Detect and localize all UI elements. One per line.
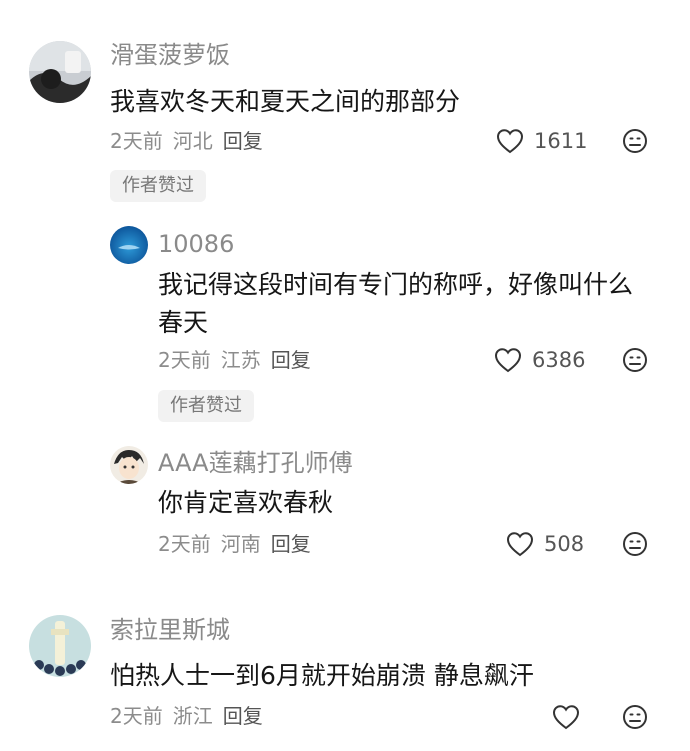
avatar[interactable] bbox=[29, 615, 91, 677]
like-count: 6386 bbox=[532, 347, 586, 372]
comment-location: 浙江 bbox=[172, 704, 213, 728]
like-count: 1611 bbox=[534, 128, 588, 153]
frown-face-icon bbox=[623, 532, 647, 556]
frown-face-icon bbox=[623, 129, 647, 153]
reply-time: 2天前 bbox=[158, 532, 211, 556]
comment-content: 怕热人士一到6月就开始崩溃 静息飙汗 bbox=[110, 661, 534, 690]
reply-button[interactable]: 回复 bbox=[223, 129, 263, 153]
comment-time: 2天前 bbox=[110, 129, 163, 153]
author-liked-badge: 作者赞过 bbox=[110, 170, 206, 202]
like-button[interactable]: 6386 bbox=[494, 347, 585, 373]
reply-time: 2天前 bbox=[158, 348, 211, 372]
reply-button[interactable]: 回复 bbox=[271, 532, 311, 556]
comment-content: 我喜欢冬天和夏天之间的那部分 bbox=[110, 87, 461, 116]
like-button[interactable]: 508 bbox=[506, 531, 584, 557]
reply-meta: 2天前 河南 回复 bbox=[158, 534, 321, 554]
comment-meta: 2天前 河北 回复 bbox=[110, 131, 273, 151]
heart-outline-icon bbox=[496, 129, 524, 154]
comment-location: 河北 bbox=[172, 129, 213, 153]
heart-outline-icon bbox=[494, 348, 522, 373]
reply-location: 江苏 bbox=[220, 348, 261, 372]
like-button[interactable]: 1611 bbox=[496, 128, 587, 154]
dislike-button[interactable] bbox=[622, 128, 648, 158]
dislike-button[interactable] bbox=[622, 704, 648, 734]
heart-outline-icon bbox=[506, 532, 534, 557]
comment-time: 2天前 bbox=[110, 704, 163, 728]
avatar[interactable] bbox=[110, 446, 148, 484]
comment-meta: 2天前 浙江 回复 bbox=[110, 706, 273, 726]
reply-meta: 2天前 江苏 回复 bbox=[158, 350, 321, 370]
heart-outline-icon bbox=[552, 705, 580, 730]
like-count: 508 bbox=[544, 531, 585, 556]
reply-button[interactable]: 回复 bbox=[271, 348, 311, 372]
comment-username[interactable]: 索拉里斯城 bbox=[110, 618, 230, 642]
reply-content: 你肯定喜欢春秋 bbox=[158, 488, 334, 517]
dislike-button[interactable] bbox=[622, 531, 648, 561]
comment-username[interactable]: 滑蛋菠萝饭 bbox=[110, 43, 230, 67]
like-button[interactable] bbox=[552, 704, 590, 730]
frown-face-icon bbox=[623, 705, 647, 729]
reply-location: 河南 bbox=[220, 532, 261, 556]
reply-content: 我记得这段时间有专门的称呼，好像叫什么春天 bbox=[158, 270, 634, 337]
author-liked-badge: 作者赞过 bbox=[158, 390, 254, 422]
frown-face-icon bbox=[623, 348, 647, 372]
dislike-button[interactable] bbox=[622, 347, 648, 377]
reply-username[interactable]: AAA莲藕打孔师傅 bbox=[158, 451, 353, 475]
avatar[interactable] bbox=[29, 41, 91, 103]
reply-button[interactable]: 回复 bbox=[223, 704, 263, 728]
avatar[interactable] bbox=[110, 226, 148, 264]
reply-username[interactable]: 10086 bbox=[158, 232, 234, 256]
